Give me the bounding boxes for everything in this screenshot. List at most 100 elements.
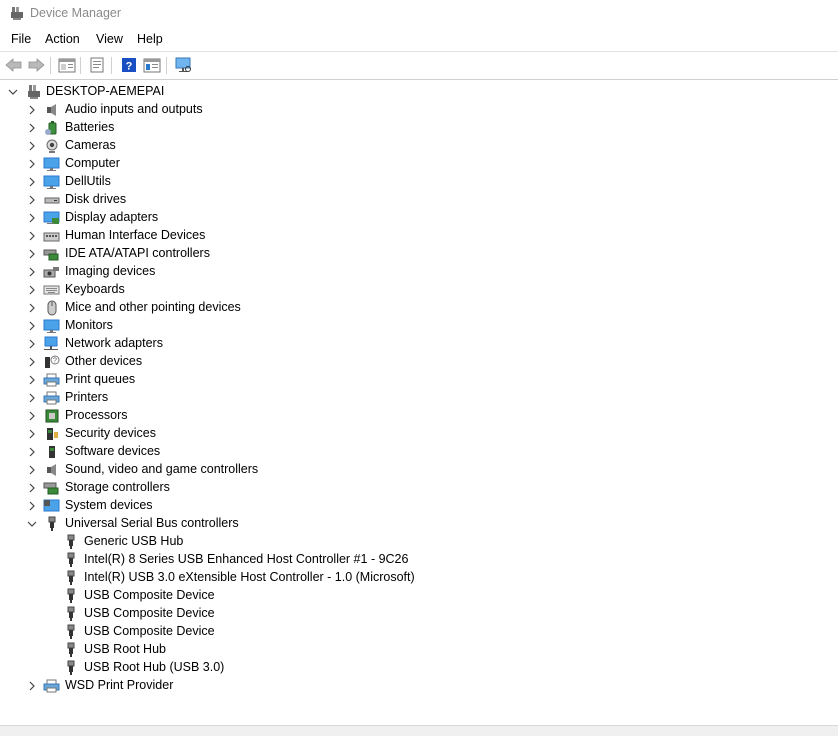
tree-category-label: Network adapters: [65, 336, 163, 350]
tree-device-item[interactable]: USB Composite Device: [0, 623, 830, 641]
tree-category-monitors[interactable]: Monitors: [0, 317, 830, 335]
chevron-right-icon[interactable]: [27, 159, 37, 169]
help-icon[interactable]: ?: [119, 56, 139, 74]
tree-device-item[interactable]: USB Composite Device: [0, 605, 830, 623]
tree-category-network-adapters[interactable]: Network adapters: [0, 335, 830, 353]
system-device-icon: [43, 498, 60, 514]
chevron-right-icon[interactable]: [27, 681, 37, 691]
chevron-down-icon[interactable]: [8, 87, 18, 97]
chevron-right-icon[interactable]: [27, 267, 37, 277]
device-tree: DESKTOP-AEMEPAI Audio inputs and outputs…: [0, 82, 838, 725]
svg-text:?: ?: [53, 358, 57, 365]
tree-category-mice-and-other-pointing-devices[interactable]: Mice and other pointing devices: [0, 299, 830, 317]
usb-device-icon: [62, 570, 79, 586]
chevron-right-icon[interactable]: [27, 483, 37, 493]
chevron-right-icon[interactable]: [27, 501, 37, 511]
chevron-right-icon[interactable]: [27, 375, 37, 385]
tree-category-security-devices[interactable]: Security devices: [0, 425, 830, 443]
security-device-icon: [43, 426, 60, 442]
chevron-right-icon[interactable]: [27, 177, 37, 187]
view-icon[interactable]: [142, 56, 162, 74]
printer-icon: [43, 390, 60, 406]
usb-device-icon: [62, 588, 79, 604]
tree-category-sound-video-and-game-controllers[interactable]: Sound, video and game controllers: [0, 461, 830, 479]
tree-category-human-interface-devices[interactable]: Human Interface Devices: [0, 227, 830, 245]
tree-category-system-devices[interactable]: System devices: [0, 497, 830, 515]
chevron-right-icon[interactable]: [27, 123, 37, 133]
tree-category-print-queues[interactable]: Print queues: [0, 371, 830, 389]
tree-root[interactable]: DESKTOP-AEMEPAI: [0, 83, 830, 101]
tree-category-dellutils[interactable]: DellUtils: [0, 173, 830, 191]
tree-device-item[interactable]: USB Composite Device: [0, 587, 830, 605]
tree-category-cameras[interactable]: Cameras: [0, 137, 830, 155]
display-adapter-icon: [43, 210, 60, 226]
properties-icon[interactable]: [87, 56, 107, 74]
tree-device-label: USB Root Hub: [84, 642, 166, 656]
show-hide-console-tree-icon[interactable]: [57, 56, 77, 74]
tree-category-other-devices[interactable]: ? Other devices: [0, 353, 830, 371]
usb-device-icon: [62, 624, 79, 640]
back-arrow-icon[interactable]: [4, 56, 24, 74]
computer-root-icon: [25, 84, 42, 100]
tree-category-display-adapters[interactable]: Display adapters: [0, 209, 830, 227]
scan-hardware-icon[interactable]: [173, 56, 193, 74]
tree-device-label: USB Composite Device: [84, 588, 215, 602]
disk-drive-icon: [43, 192, 60, 208]
chevron-right-icon[interactable]: [27, 429, 37, 439]
battery-icon: [43, 120, 60, 136]
chevron-right-icon[interactable]: [27, 447, 37, 457]
chevron-right-icon[interactable]: [27, 231, 37, 241]
tree-category-universal-serial-bus-controllers[interactable]: Universal Serial Bus controllers: [0, 515, 830, 533]
tree-device-label: USB Root Hub (USB 3.0): [84, 660, 225, 674]
chevron-down-icon[interactable]: [27, 519, 37, 529]
menu-file[interactable]: File: [11, 32, 31, 46]
chevron-right-icon[interactable]: [27, 141, 37, 151]
chevron-right-icon[interactable]: [27, 105, 37, 115]
tree-category-processors[interactable]: Processors: [0, 407, 830, 425]
tree-device-item[interactable]: Intel(R) 8 Series USB Enhanced Host Cont…: [0, 551, 830, 569]
network-icon: [43, 336, 60, 352]
tree-category-audio-inputs-and-outputs[interactable]: Audio inputs and outputs: [0, 101, 830, 119]
hid-icon: [43, 228, 60, 244]
tree-category-batteries[interactable]: Batteries: [0, 119, 830, 137]
tree-category-label: Monitors: [65, 318, 113, 332]
tree-category-label: Human Interface Devices: [65, 228, 206, 242]
chevron-right-icon[interactable]: [27, 249, 37, 259]
chevron-right-icon[interactable]: [27, 303, 37, 313]
tree-category-disk-drives[interactable]: Disk drives: [0, 191, 830, 209]
tree-category-printers[interactable]: Printers: [0, 389, 830, 407]
tree-category-label: Printers: [65, 390, 109, 404]
tree-category-label: Sound, video and game controllers: [65, 462, 259, 476]
tree-category-imaging-devices[interactable]: Imaging devices: [0, 263, 830, 281]
menu-help[interactable]: Help: [137, 32, 163, 46]
usb-icon: [43, 516, 60, 532]
tree-category-label: Print queues: [65, 372, 136, 386]
speaker-icon: [43, 102, 60, 118]
chevron-right-icon[interactable]: [27, 339, 37, 349]
chevron-right-icon[interactable]: [27, 321, 37, 331]
tree-category-ide-ata-atapi-controllers[interactable]: IDE ATA/ATAPI controllers: [0, 245, 830, 263]
chevron-right-icon[interactable]: [27, 411, 37, 421]
tree-category-keyboards[interactable]: Keyboards: [0, 281, 830, 299]
tree-device-item[interactable]: Intel(R) USB 3.0 eXtensible Host Control…: [0, 569, 830, 587]
tree-device-item[interactable]: Generic USB Hub: [0, 533, 830, 551]
menu-view[interactable]: View: [96, 32, 123, 46]
chevron-right-icon[interactable]: [27, 213, 37, 223]
chevron-right-icon[interactable]: [27, 357, 37, 367]
chevron-right-icon[interactable]: [27, 285, 37, 295]
tree-category-storage-controllers[interactable]: Storage controllers: [0, 479, 830, 497]
chevron-right-icon[interactable]: [27, 465, 37, 475]
chevron-right-icon[interactable]: [27, 393, 37, 403]
menu-action[interactable]: Action: [45, 32, 80, 46]
tree-device-item[interactable]: USB Root Hub (USB 3.0): [0, 659, 830, 677]
processor-icon: [43, 408, 60, 424]
chevron-right-icon[interactable]: [27, 195, 37, 205]
tree-device-item[interactable]: USB Root Hub: [0, 641, 830, 659]
storage-controller-icon: [43, 480, 60, 496]
tree-category-software-devices[interactable]: Software devices: [0, 443, 830, 461]
tree-category-computer[interactable]: Computer: [0, 155, 830, 173]
forward-arrow-icon[interactable]: [26, 56, 46, 74]
tree-category-wsd-print-provider[interactable]: WSD Print Provider: [0, 677, 830, 695]
printer-icon: [43, 678, 60, 694]
tree-category-label: DellUtils: [65, 174, 111, 188]
